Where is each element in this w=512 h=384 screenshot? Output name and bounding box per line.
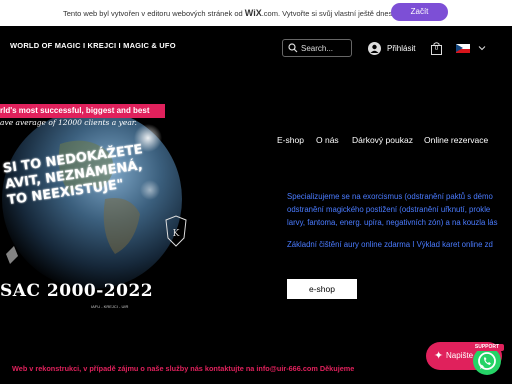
- search-box[interactable]: [282, 39, 352, 57]
- services-subline: Základní čištění aury online zdarma I Vý…: [287, 240, 493, 249]
- wix-brand[interactable]: WiX: [245, 8, 262, 18]
- support-badge: SUPPORT: [470, 344, 504, 351]
- services-line-1: Specializujeme se na exorcismus (odstran…: [287, 192, 493, 201]
- cart-count: 0: [434, 46, 439, 52]
- start-button[interactable]: Začít: [391, 3, 448, 21]
- services-line-3: larvy, fantoma, energ. upíra, negativníc…: [287, 218, 498, 227]
- user-icon: [368, 42, 381, 55]
- promo-suffix: Vytvořte si svůj vlastní ještě dnes.: [282, 9, 395, 18]
- cart-button[interactable]: 0: [431, 42, 442, 60]
- eshop-button[interactable]: e-shop: [287, 279, 357, 299]
- chevron-down-icon: [478, 46, 486, 51]
- hero-years: SAC 2000-2022: [0, 281, 154, 301]
- wix-promo-message: Tento web byl vytvořen v editoru webovýc…: [63, 8, 394, 18]
- sparkle-icon: ✦: [434, 350, 444, 362]
- site-header: WORLD OF MAGIC I KREJCI I MAGIC & UFO Př…: [0, 26, 512, 76]
- wix-promo-bar: Tento web byl vytvořen v editoru webovýc…: [0, 0, 512, 26]
- earth-space-graphic: K: [2, 109, 187, 289]
- login-label: Přihlásit: [387, 44, 416, 53]
- hero-image: K rld's most successful, biggest and bes…: [0, 104, 198, 310]
- reconstruction-notice: Web v rekonstrukci, v případě zájmu o na…: [12, 364, 355, 373]
- nav-item-gift-voucher[interactable]: Dárkový poukaz: [352, 135, 413, 145]
- promo-prefix: Tento web byl vytvořen v editoru webovýc…: [63, 9, 243, 18]
- hero-banner: rld's most successful, biggest and best: [0, 104, 165, 118]
- svg-text:K: K: [173, 229, 180, 239]
- czech-flag-icon: [456, 44, 470, 53]
- hero-banner-sub: ave average of 12000 clients a year.: [0, 118, 137, 127]
- nav-item-o-nas[interactable]: O nás: [316, 135, 339, 145]
- wix-brand-suffix: .com.: [261, 9, 281, 18]
- nav-item-eshop[interactable]: E-shop: [277, 135, 304, 145]
- services-text: Specializujeme se na exorcismus (odstran…: [287, 190, 512, 251]
- nav-item-online-booking[interactable]: Online rezervace: [424, 135, 488, 145]
- services-line-2: odstranění magického postižení (odstraně…: [287, 205, 491, 214]
- hero-tagline: IAFU - KREJCI - UIR: [91, 304, 129, 309]
- search-input[interactable]: [301, 41, 349, 55]
- site-title[interactable]: WORLD OF MAGIC I KREJCI I MAGIC & UFO: [10, 41, 176, 50]
- search-icon: [288, 43, 298, 53]
